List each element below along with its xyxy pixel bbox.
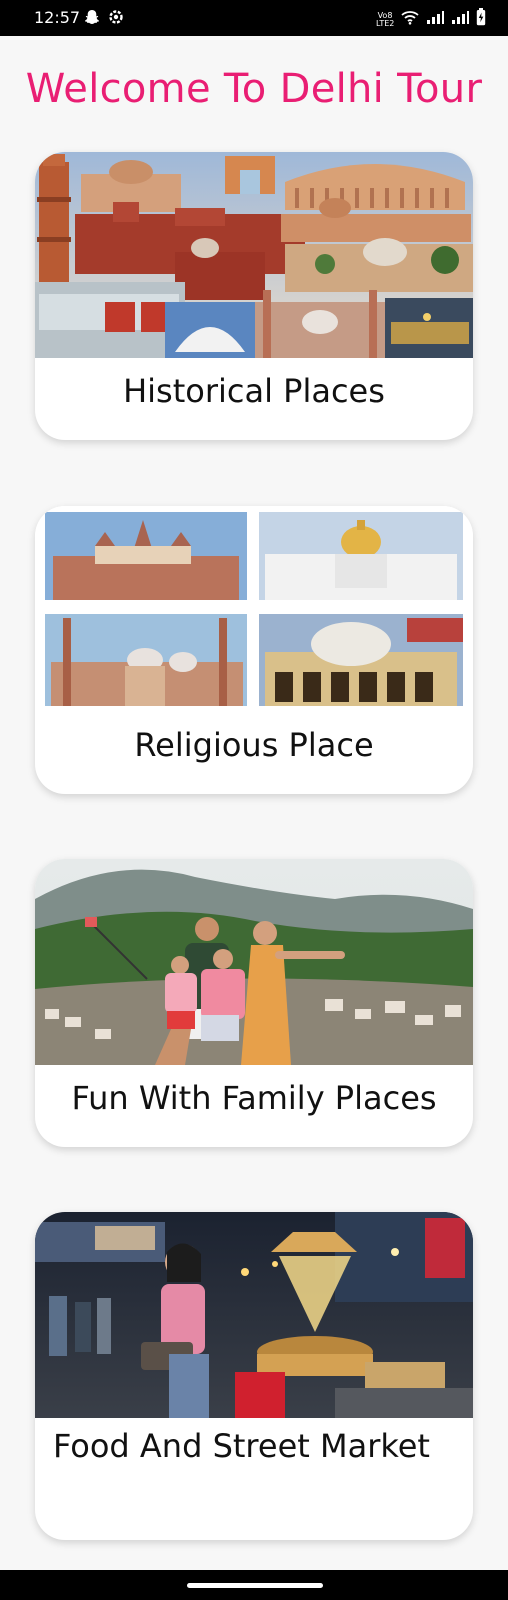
signal-icon	[451, 10, 469, 29]
card-label: Food And Street Market	[53, 1427, 430, 1465]
card-image	[35, 1212, 473, 1418]
volte-indicator: Vo8 LTE2	[376, 11, 395, 28]
card-fun-with-family-places[interactable]: Fun With Family Places	[35, 859, 473, 1147]
signal-icon	[426, 10, 444, 29]
card-religious-place[interactable]: Religious Place	[35, 506, 473, 794]
card-image	[35, 506, 473, 712]
card-food-and-street-market[interactable]: Food And Street Market	[35, 1212, 473, 1540]
card-label: Fun With Family Places	[71, 1079, 437, 1117]
settings-icon	[108, 9, 124, 30]
card-label: Religious Place	[134, 726, 374, 764]
status-time: 12:57	[34, 8, 81, 27]
card-label: Historical Places	[123, 372, 385, 410]
page-title: Welcome To Delhi Tour	[25, 66, 483, 112]
navigation-bar	[0, 1570, 508, 1600]
snapchat-icon	[84, 9, 100, 30]
card-image	[35, 152, 473, 358]
battery-icon	[476, 8, 486, 31]
status-bar: 12:57 Vo8 LTE2	[0, 0, 508, 36]
volte-label-bottom: LTE2	[376, 18, 395, 28]
card-image	[35, 859, 473, 1065]
card-historical-places[interactable]: Historical Places	[35, 152, 473, 440]
wifi-icon	[401, 9, 419, 30]
home-gesture-handle[interactable]	[187, 1583, 323, 1588]
